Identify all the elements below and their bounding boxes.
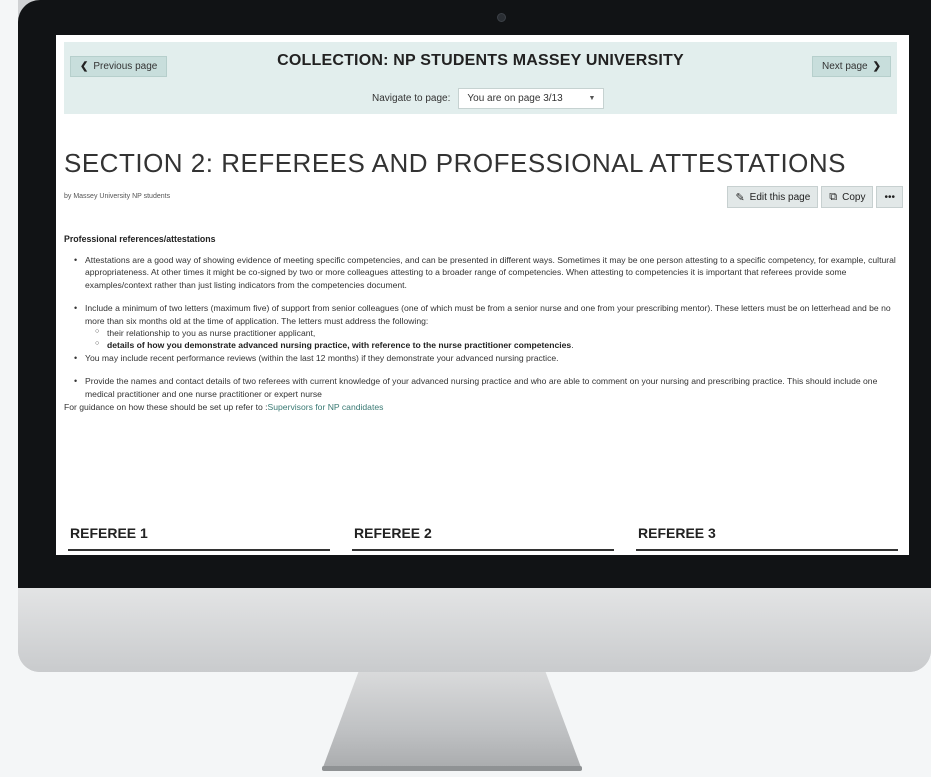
edit-page-label: Edit this page bbox=[749, 191, 811, 203]
sublist-item-punct: . bbox=[571, 340, 574, 351]
caret-down-icon: ▼ bbox=[588, 95, 596, 102]
chevron-right-icon: ❯ bbox=[872, 61, 881, 72]
list-item-text: Provide the names and contact details of… bbox=[85, 376, 878, 399]
content-heading: Professional references/attestations bbox=[64, 234, 216, 244]
page-content: Professional references/attestations Att… bbox=[64, 233, 902, 414]
letters-sublist: their relationship to you as nurse pract… bbox=[85, 327, 902, 352]
pencil-icon: ✎ bbox=[735, 191, 745, 204]
referee-headings: REFEREE 1 REFEREE 2 REFEREE 3 bbox=[68, 525, 898, 551]
more-icon: ••• bbox=[884, 191, 895, 203]
sublist-item-text: their relationship to you as nurse pract… bbox=[107, 328, 316, 339]
monitor-chin bbox=[18, 588, 931, 672]
referee-1-heading: REFEREE 1 bbox=[68, 525, 330, 551]
page-title: SECTION 2: REFEREES AND PROFESSIONAL ATT… bbox=[64, 148, 847, 178]
copy-label: Copy bbox=[842, 191, 866, 203]
collection-nav-bar: ❮ Previous page COLLECTION: NP STUDENTS … bbox=[64, 42, 897, 114]
monitor-stand bbox=[322, 672, 582, 770]
collection-title: COLLECTION: NP STUDENTS MASSEY UNIVERSIT… bbox=[277, 52, 684, 69]
attestation-list: Attestations are a good way of showing e… bbox=[64, 254, 902, 401]
copy-button[interactable]: ⧉ Copy bbox=[821, 186, 874, 208]
list-item-text: Include a minimum of two letters (maximu… bbox=[85, 303, 891, 326]
list-item: You may include recent performance revie… bbox=[72, 352, 902, 366]
next-page-label: Next page bbox=[822, 61, 868, 72]
next-page-button[interactable]: Next page ❯ bbox=[812, 56, 891, 77]
page-actions: ✎ Edit this page ⧉ Copy ••• bbox=[727, 186, 903, 208]
page-select-value: You are on page 3/13 bbox=[467, 93, 563, 104]
more-options-button[interactable]: ••• bbox=[876, 186, 903, 208]
sublist-item: their relationship to you as nurse pract… bbox=[95, 327, 902, 339]
list-item-text: You may include recent performance revie… bbox=[85, 352, 559, 363]
page-select[interactable]: You are on page 3/13 ▼ bbox=[458, 88, 605, 109]
supervisors-link[interactable]: Supervisors for NP candidates bbox=[268, 402, 384, 412]
list-item-text: Attestations are a good way of showing e… bbox=[85, 254, 896, 290]
referee-3-heading: REFEREE 3 bbox=[636, 525, 898, 551]
navigate-label: Navigate to page: bbox=[372, 93, 451, 104]
list-item: Include a minimum of two letters (maximu… bbox=[72, 302, 902, 352]
guidance-text: For guidance on how these should be set … bbox=[64, 401, 902, 413]
sublist-item-text: details of how you demonstrate advanced … bbox=[107, 340, 572, 351]
edit-page-button[interactable]: ✎ Edit this page bbox=[727, 186, 819, 208]
guidance-prefix: For guidance on how these should be set … bbox=[64, 402, 268, 413]
list-item: Attestations are a good way of showing e… bbox=[72, 254, 902, 291]
page-byline: by Massey University NP students bbox=[64, 193, 171, 200]
page-navigator: Navigate to page: You are on page 3/13 ▼ bbox=[372, 88, 605, 109]
referee-2-heading: REFEREE 2 bbox=[352, 525, 614, 551]
camera-icon bbox=[497, 13, 506, 22]
list-item: Provide the names and contact details of… bbox=[72, 375, 902, 400]
monitor-stand-base bbox=[322, 766, 582, 771]
screen: ❮ Previous page COLLECTION: NP STUDENTS … bbox=[56, 35, 909, 555]
copy-icon: ⧉ bbox=[829, 190, 838, 203]
sublist-item: details of how you demonstrate advanced … bbox=[95, 339, 902, 351]
